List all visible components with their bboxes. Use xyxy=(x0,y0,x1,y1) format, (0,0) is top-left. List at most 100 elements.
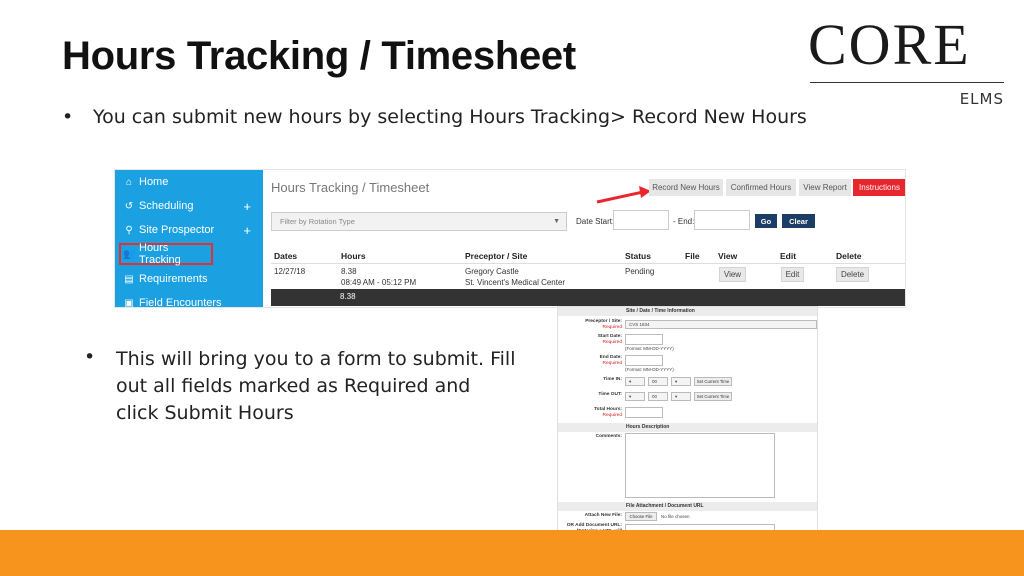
comments-textarea[interactable] xyxy=(625,433,775,498)
expand-plus-icon[interactable]: + xyxy=(243,223,251,238)
section-title: File Attachment / Document URL xyxy=(626,503,704,509)
view-button[interactable]: View xyxy=(719,267,746,282)
total-hours: 8.38 xyxy=(340,292,356,301)
no-file-chosen-text: No file chosen xyxy=(661,514,690,519)
row-site: St. Vincent's Medical Center xyxy=(465,278,566,287)
column-header-dates: Dates xyxy=(274,251,298,261)
sidebar-item-field-encounters[interactable]: ▣ Field Encounters xyxy=(123,292,259,308)
bullet-text-1: You can submit new hours by selecting Ho… xyxy=(93,106,807,128)
date-start-label: Date Start: xyxy=(576,217,615,226)
column-header-preceptor-site: Preceptor / Site xyxy=(465,251,528,261)
section-header-site-date-time: Site / Date / Time Information xyxy=(558,307,817,316)
sidebar-item-requirements[interactable]: ▤ Requirements xyxy=(123,268,259,290)
clipboard-icon: ▤ xyxy=(124,273,134,285)
preceptor-site-value: CVS 1834 xyxy=(629,322,650,327)
footer-accent-bar xyxy=(0,530,1024,576)
header-divider xyxy=(271,263,905,264)
section-title: Site / Date / Time Information xyxy=(626,308,695,314)
time-out-minute-select[interactable]: 00 xyxy=(648,392,668,401)
time-in-minute-select[interactable]: 00 xyxy=(648,377,668,386)
row-date: 12/27/18 xyxy=(274,267,306,276)
rotation-type-filter[interactable]: Filter by Rotation Type ▼ xyxy=(271,212,567,231)
sidebar-item-label: Site Prospector xyxy=(139,224,215,236)
slide-title: Hours Tracking / Timesheet xyxy=(62,34,576,78)
preceptor-site-select[interactable]: CVS 1834 xyxy=(625,320,817,329)
sidebar-item-home[interactable]: ⌂ Home xyxy=(123,171,259,193)
end-date-input[interactable] xyxy=(625,355,663,366)
timesheet-screenshot: ⌂ Home ↺ Scheduling + ⚲ Site Prospector … xyxy=(114,169,906,308)
time-out-label: Time OUT: xyxy=(598,392,622,397)
date-end-input[interactable] xyxy=(694,210,750,230)
record-new-hours-button[interactable]: Record New Hours xyxy=(649,179,723,196)
time-out-ampm-select[interactable]: ▾ xyxy=(671,392,691,401)
view-report-button[interactable]: View Report xyxy=(799,179,851,196)
delete-button[interactable]: Delete xyxy=(836,267,869,282)
end-date-label: End Date: Required xyxy=(599,355,622,366)
users-clock-icon: 👥 xyxy=(123,248,136,260)
row-hours: 8.38 xyxy=(341,267,357,276)
logo-core-text: CORE xyxy=(808,12,971,77)
go-button[interactable]: Go xyxy=(755,214,777,228)
date-start-input[interactable] xyxy=(613,210,669,230)
instructions-button[interactable]: Instructions xyxy=(853,179,905,196)
column-header-file: File xyxy=(685,251,700,261)
sidebar-item-label: Home xyxy=(139,176,169,188)
column-header-delete: Delete xyxy=(836,251,862,261)
sidebar-item-site-prospector[interactable]: ⚲ Site Prospector + xyxy=(123,219,259,241)
preceptor-site-label: Preceptor / Site: Required xyxy=(585,319,622,330)
page-title: Hours Tracking / Timesheet xyxy=(271,180,430,195)
sidebar-item-scheduling[interactable]: ↺ Scheduling + xyxy=(123,195,259,217)
column-header-hours: Hours xyxy=(341,251,366,261)
bullet-dot: • xyxy=(62,106,74,128)
home-icon: ⌂ xyxy=(125,176,133,188)
sidebar-item-label: Hours Tracking xyxy=(139,242,181,266)
bullet-dot: • xyxy=(84,346,96,368)
time-out-set-current-button[interactable]: Set Current Time xyxy=(694,392,732,401)
time-in-hour-select[interactable]: ▾ xyxy=(625,377,645,386)
record-hours-form-screenshot: Site / Date / Time Information Preceptor… xyxy=(557,306,818,553)
book-icon: ▣ xyxy=(124,297,134,308)
column-header-status: Status xyxy=(625,251,651,261)
edit-button[interactable]: Edit xyxy=(781,267,804,282)
total-hours-label: Total Hours: Required xyxy=(594,407,622,418)
logo-divider xyxy=(810,82,1004,83)
row-time-range: 08:49 AM - 05:12 PM xyxy=(341,278,417,287)
start-date-input[interactable] xyxy=(625,334,663,345)
search-icon: ⚲ xyxy=(125,224,133,236)
row-preceptor: Gregory Castle xyxy=(465,267,519,276)
sidebar-item-label: Scheduling xyxy=(139,200,194,212)
column-header-view: View xyxy=(718,251,738,261)
date-end-label: - End: xyxy=(673,217,695,226)
red-arrow-annotation xyxy=(596,186,651,204)
total-hours-input[interactable] xyxy=(625,407,663,418)
total-row: 8.38 xyxy=(271,289,905,306)
end-date-format-hint: (Format: MM-DD-YYYY) xyxy=(625,367,674,372)
time-in-ampm-select[interactable]: ▾ xyxy=(671,377,691,386)
column-header-edit: Edit xyxy=(780,251,797,261)
history-icon: ↺ xyxy=(124,200,134,212)
time-in-label: Time IN: xyxy=(603,377,622,382)
start-date-format-hint: (Format: MM-DD-YYYY) xyxy=(625,346,674,351)
bullet-text-2: This will bring you to a form to submit.… xyxy=(116,348,516,424)
core-elms-logo: CORE ELMS xyxy=(808,16,1004,112)
attach-file-label: Attach New File: xyxy=(584,513,622,518)
sidebar-item-label: Requirements xyxy=(139,273,208,285)
sidebar: ⌂ Home ↺ Scheduling + ⚲ Site Prospector … xyxy=(115,170,263,308)
comments-label: Comments: xyxy=(595,434,622,439)
confirmed-hours-button[interactable]: Confirmed Hours xyxy=(726,179,796,196)
logo-elms-text: ELMS xyxy=(959,90,1004,108)
section-header-file-attachment: File Attachment / Document URL xyxy=(558,502,817,511)
expand-plus-icon[interactable]: + xyxy=(243,199,251,214)
time-in-set-current-button[interactable]: Set Current Time xyxy=(694,377,732,386)
choose-file-button[interactable]: Choose File xyxy=(625,512,657,521)
clear-button[interactable]: Clear xyxy=(782,214,815,228)
start-date-label: Start Date: Required xyxy=(597,334,622,345)
section-header-hours-description: Hours Description xyxy=(558,423,817,432)
chevron-down-icon: ▼ xyxy=(553,218,560,225)
time-out-hour-select[interactable]: ▾ xyxy=(625,392,645,401)
sidebar-item-label: Field Encounters xyxy=(139,297,222,308)
section-title: Hours Description xyxy=(626,424,670,430)
sidebar-item-hours-tracking[interactable]: 👥 Hours Tracking xyxy=(119,242,213,266)
filter-placeholder: Filter by Rotation Type xyxy=(280,217,355,226)
row-status: Pending xyxy=(625,267,655,276)
